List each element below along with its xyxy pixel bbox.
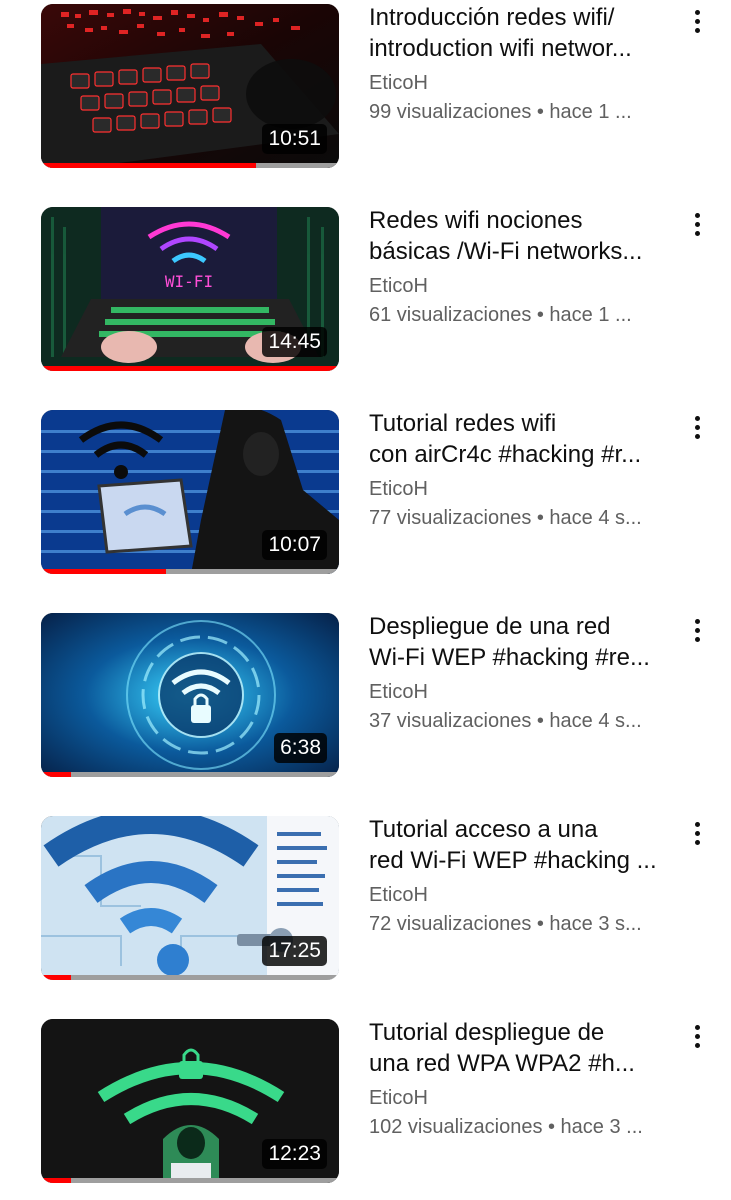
duration-badge: 10:07 xyxy=(262,530,327,560)
video-list: 10:51 Introducción redes wifi/ introduct… xyxy=(0,0,731,1200)
video-metadata: 37 visualizaciones • hace 4 s... xyxy=(369,710,642,732)
video-title[interactable]: Redes wifi nociones básicas /Wi-Fi netwo… xyxy=(369,205,669,267)
video-item[interactable]: 10:51 Introducción redes wifi/ introduct… xyxy=(0,0,731,170)
video-title-line: Despliegue de una red xyxy=(369,613,611,640)
channel-name[interactable]: EticoH xyxy=(369,884,428,907)
watch-progress-bar xyxy=(41,569,339,574)
video-item[interactable]: 6:38 Despliegue de una red Wi-Fi WEP #ha… xyxy=(0,609,731,779)
more-options-icon[interactable] xyxy=(684,613,710,647)
channel-name[interactable]: EticoH xyxy=(369,72,428,95)
video-title-line: Tutorial despliegue de xyxy=(369,1019,605,1046)
video-title-line: Introducción redes wifi/ xyxy=(369,4,615,31)
video-item[interactable]: 12:23 Tutorial despliegue de una red WPA… xyxy=(0,1015,731,1185)
video-thumbnail[interactable]: 10:51 xyxy=(41,4,339,168)
video-title-line: una red WPA WPA2 #h... xyxy=(369,1050,635,1077)
watch-progress-fill xyxy=(41,975,71,980)
watch-progress-fill xyxy=(41,1178,71,1183)
more-options-icon[interactable] xyxy=(684,816,710,850)
watch-progress-fill xyxy=(41,772,71,777)
watch-progress-fill xyxy=(41,569,167,574)
video-metadata: 77 visualizaciones • hace 4 s... xyxy=(369,507,642,529)
video-title-line: red Wi-Fi WEP #hacking ... xyxy=(369,847,657,874)
video-thumbnail[interactable]: 6:38 xyxy=(41,613,339,777)
channel-name[interactable]: EticoH xyxy=(369,478,428,501)
video-title-line: Wi-Fi WEP #hacking #re... xyxy=(369,644,650,671)
video-title-line: Tutorial acceso a una xyxy=(369,816,598,843)
watch-progress-bar xyxy=(41,975,339,980)
video-thumbnail[interactable]: 10:07 xyxy=(41,410,339,574)
video-metadata: 102 visualizaciones • hace 3 ... xyxy=(369,1116,643,1138)
video-item[interactable]: 17:25 Tutorial acceso a una red Wi-Fi WE… xyxy=(0,812,731,982)
more-options-icon[interactable] xyxy=(684,4,710,38)
channel-name[interactable]: EticoH xyxy=(369,275,428,298)
video-item[interactable]: WI-FI 14:45 Redes wifi nociones básicas … xyxy=(0,203,731,373)
video-title-line: introduction wifi networ... xyxy=(369,35,632,62)
more-options-icon[interactable] xyxy=(684,1019,710,1053)
more-options-icon[interactable] xyxy=(684,207,710,241)
video-title[interactable]: Tutorial redes wifi con airCr4c #hacking… xyxy=(369,408,669,470)
video-title[interactable]: Tutorial despliegue de una red WPA WPA2 … xyxy=(369,1017,669,1079)
video-title-line: con airCr4c #hacking #r... xyxy=(369,441,642,468)
watch-progress-bar xyxy=(41,366,339,371)
video-item[interactable]: 10:07 Tutorial redes wifi con airCr4c #h… xyxy=(0,406,731,576)
channel-name[interactable]: EticoH xyxy=(369,681,428,704)
duration-badge: 14:45 xyxy=(262,327,327,357)
duration-badge: 6:38 xyxy=(274,733,327,763)
video-title[interactable]: Introducción redes wifi/ introduction wi… xyxy=(369,2,669,64)
video-metadata: 72 visualizaciones • hace 3 s... xyxy=(369,913,642,935)
watch-progress-bar xyxy=(41,1178,339,1183)
video-title[interactable]: Tutorial acceso a una red Wi-Fi WEP #hac… xyxy=(369,814,669,876)
watch-progress-fill xyxy=(41,163,256,168)
duration-badge: 17:25 xyxy=(262,936,327,966)
video-thumbnail[interactable]: 12:23 xyxy=(41,1019,339,1183)
video-title[interactable]: Despliegue de una red Wi-Fi WEP #hacking… xyxy=(369,611,669,673)
video-metadata: 99 visualizaciones • hace 1 ... xyxy=(369,101,632,123)
video-title-line: Redes wifi nociones xyxy=(369,207,583,234)
watch-progress-bar xyxy=(41,772,339,777)
channel-name[interactable]: EticoH xyxy=(369,1087,428,1110)
video-thumbnail[interactable]: WI-FI 14:45 xyxy=(41,207,339,371)
duration-badge: 12:23 xyxy=(262,1139,327,1169)
svg-text:WI-FI: WI-FI xyxy=(165,272,213,291)
video-thumbnail[interactable]: 17:25 xyxy=(41,816,339,980)
video-title-line: básicas /Wi-Fi networks... xyxy=(369,238,643,265)
watch-progress-bar xyxy=(41,163,339,168)
video-title-line: Tutorial redes wifi xyxy=(369,410,557,437)
video-metadata: 61 visualizaciones • hace 1 ... xyxy=(369,304,632,326)
watch-progress-fill xyxy=(41,366,339,371)
more-options-icon[interactable] xyxy=(684,410,710,444)
duration-badge: 10:51 xyxy=(262,124,327,154)
